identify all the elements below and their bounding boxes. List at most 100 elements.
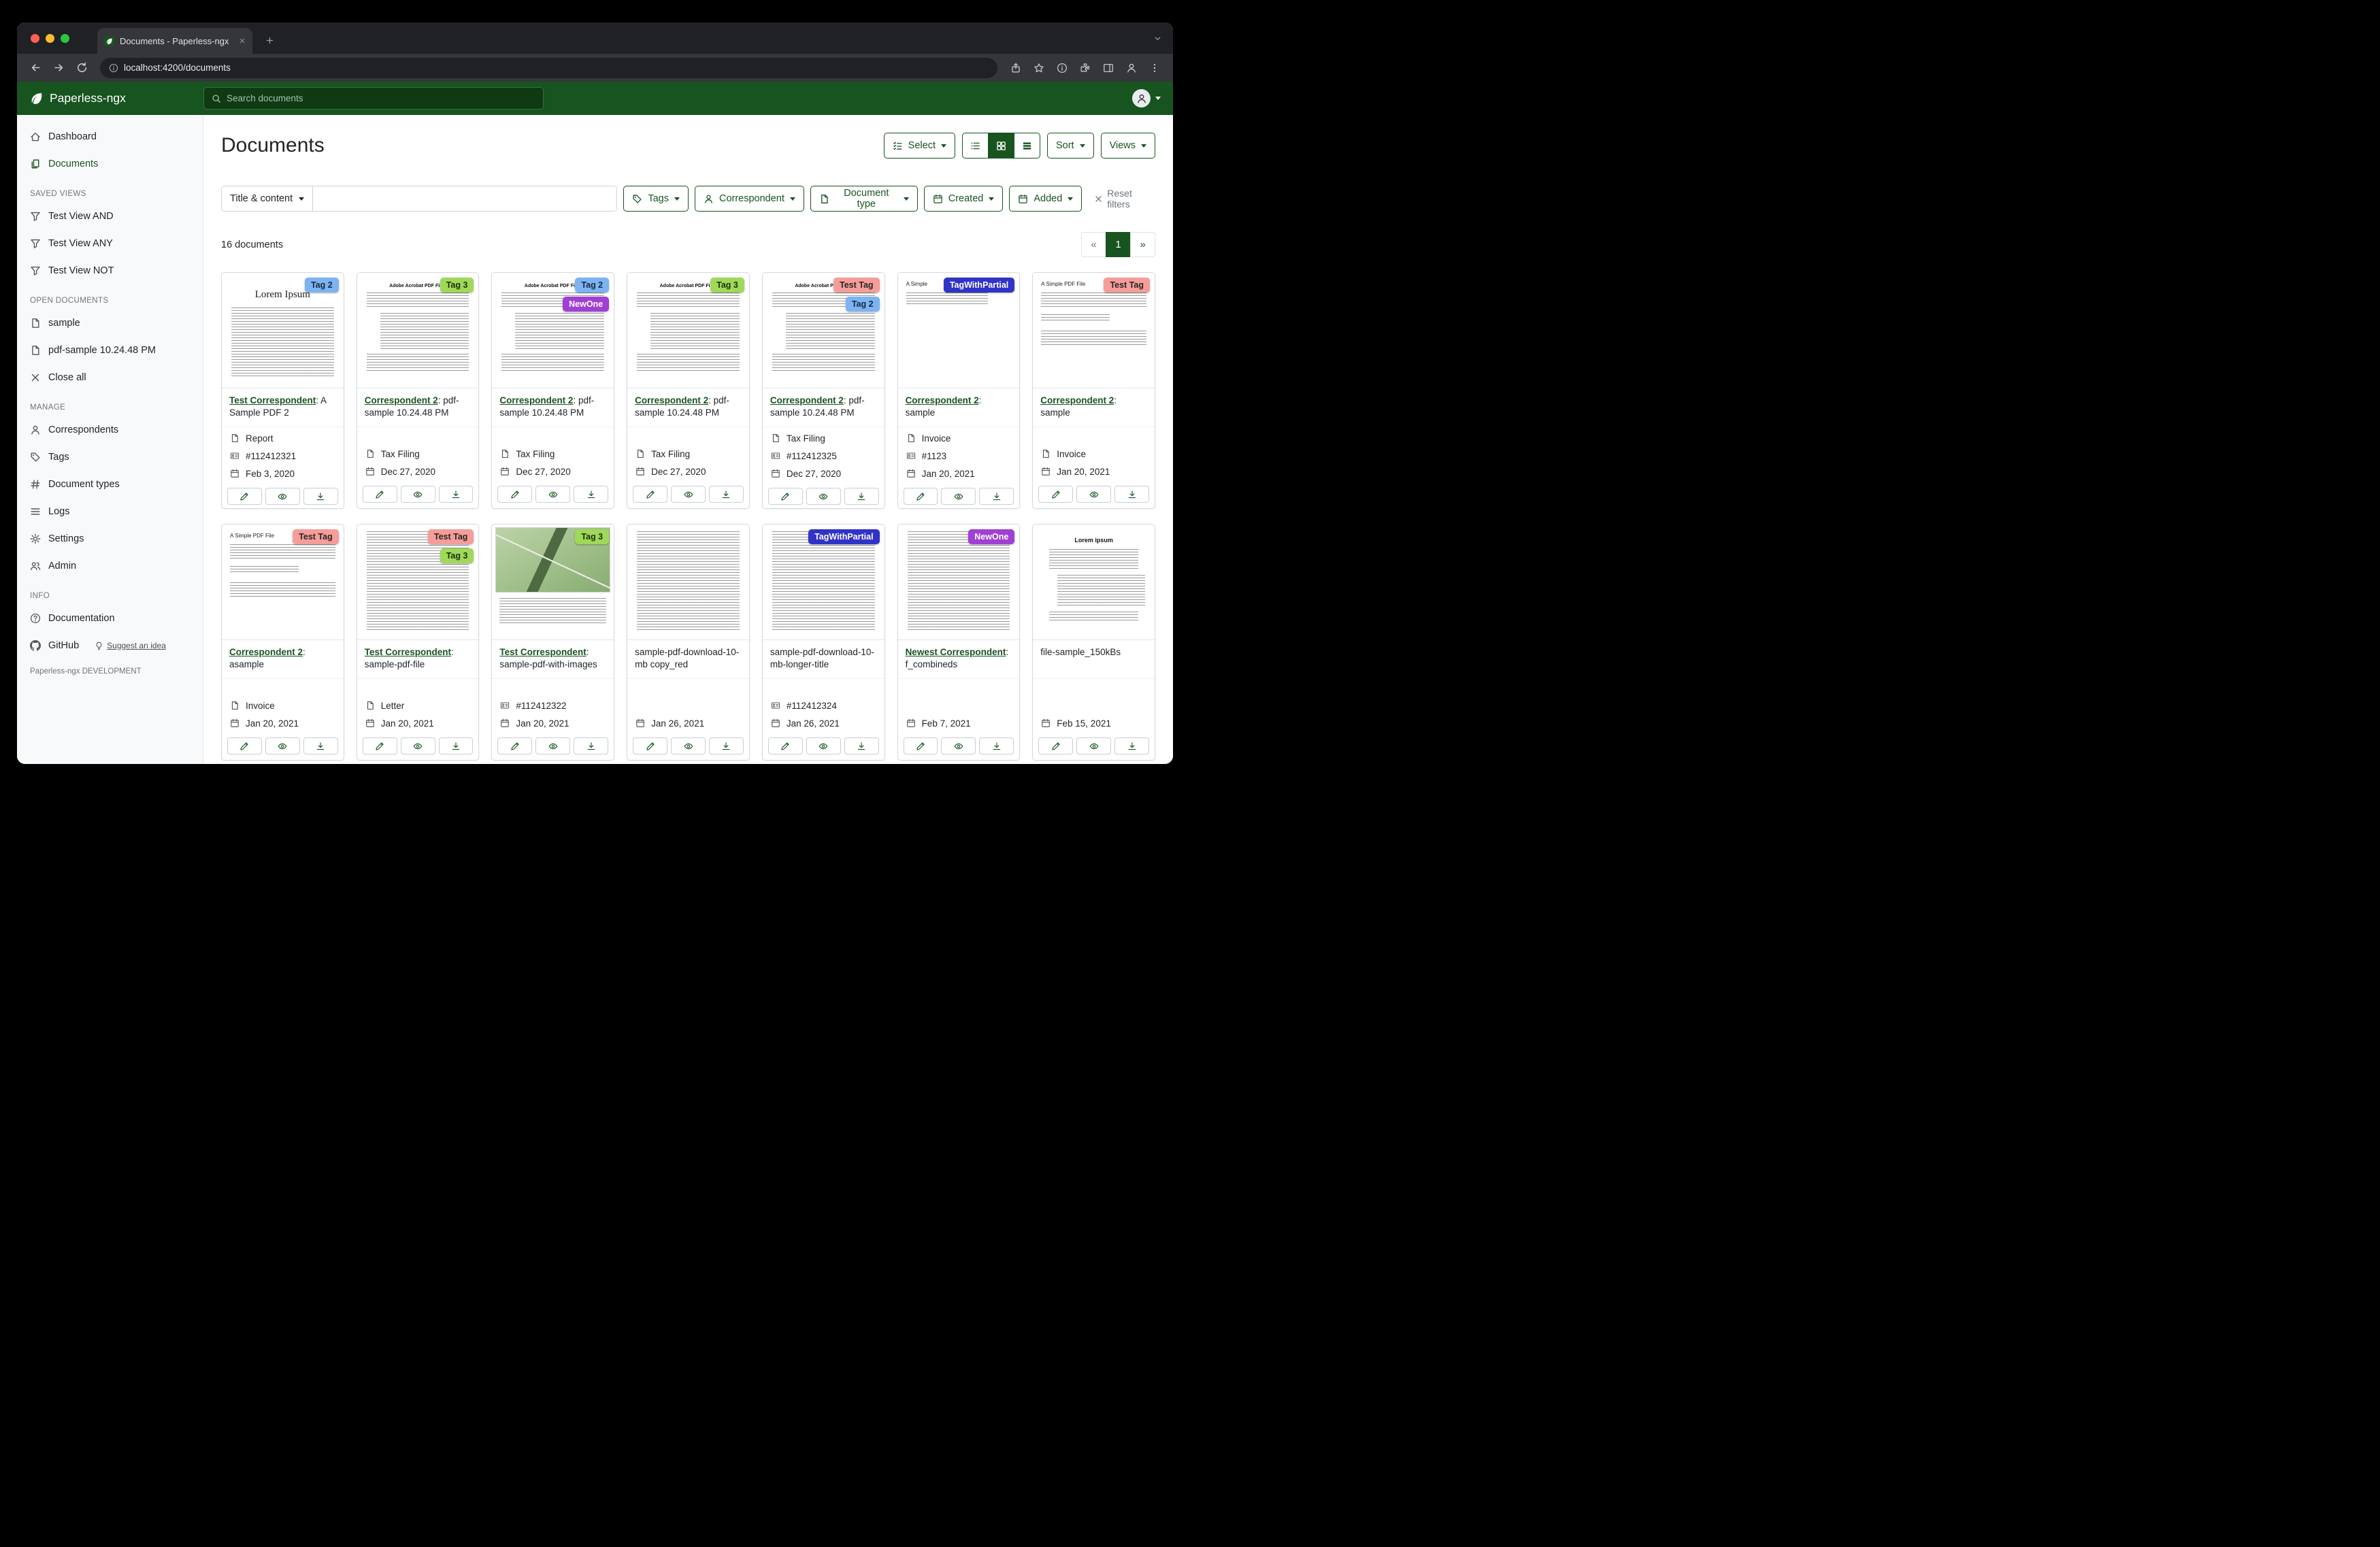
view-button[interactable]	[535, 486, 570, 503]
view-button[interactable]	[941, 488, 976, 505]
view-button[interactable]	[401, 486, 435, 503]
previous-page-button[interactable]: «	[1081, 232, 1106, 257]
tab-close-icon[interactable]	[239, 37, 246, 44]
edit-button[interactable]	[363, 486, 397, 503]
document-thumbnail[interactable]: TagWithPartial A Simple	[898, 273, 1020, 388]
bookmark-star-icon[interactable]	[1029, 58, 1049, 78]
tag-badge[interactable]: Test Tag	[833, 278, 880, 293]
tag-badge[interactable]: NewOne	[968, 529, 1014, 544]
sidebar-item-documents[interactable]: Documents	[17, 150, 203, 178]
view-button[interactable]	[671, 737, 706, 754]
sidebar-item-settings[interactable]: Settings	[17, 525, 203, 552]
document-thumbnail[interactable]: Test Tag Tag 2 Adobe Acrobat PDF Files	[763, 273, 885, 388]
document-thumbnail[interactable]: Test Tag A Simple PDF File	[1033, 273, 1155, 388]
edit-button[interactable]	[1038, 737, 1073, 754]
document-correspondent-link[interactable]: Newest Correspondent	[906, 647, 1006, 657]
edit-button[interactable]	[904, 488, 938, 505]
document-correspondent-link[interactable]: Correspondent 2	[499, 395, 573, 405]
sidebar-item-test-view-and[interactable]: Test View AND	[17, 203, 203, 230]
tag-badge[interactable]: Tag 2	[305, 278, 339, 293]
sidebar-item-dashboard[interactable]: Dashboard	[17, 123, 203, 150]
view-button[interactable]	[1076, 737, 1111, 754]
sidebar-item-documentation[interactable]: Documentation	[17, 605, 203, 632]
grid-view-button[interactable]	[988, 133, 1014, 159]
tag-badge[interactable]: Test Tag	[1104, 278, 1150, 293]
site-info-icon[interactable]	[109, 63, 118, 73]
sidebar-open-document-sample[interactable]: sample	[17, 310, 203, 337]
view-button[interactable]	[941, 737, 976, 754]
view-button[interactable]	[806, 488, 841, 505]
sidebar-item-tags[interactable]: Tags	[17, 444, 203, 471]
view-button[interactable]	[671, 486, 706, 503]
edit-button[interactable]	[363, 737, 397, 754]
share-icon[interactable]	[1006, 58, 1026, 78]
download-button[interactable]	[303, 737, 338, 754]
added-filter-button[interactable]: Added	[1009, 186, 1082, 212]
list-view-button[interactable]	[962, 133, 989, 159]
tag-badge[interactable]: Tag 3	[440, 548, 474, 563]
document-thumbnail[interactable]	[627, 525, 749, 640]
sidebar-item-document-types[interactable]: Document types	[17, 471, 203, 498]
sidebar-close-all[interactable]: Close all	[17, 364, 203, 391]
document-correspondent-link[interactable]: Correspondent 2	[635, 395, 708, 405]
forward-icon[interactable]	[48, 58, 69, 78]
edit-button[interactable]	[768, 737, 803, 754]
edit-button[interactable]	[497, 486, 532, 503]
sidebar-item-test-view-any[interactable]: Test View ANY	[17, 230, 203, 257]
sidebar-item-correspondents[interactable]: Correspondents	[17, 416, 203, 444]
user-menu[interactable]	[1132, 89, 1161, 107]
download-button[interactable]	[439, 486, 474, 503]
edit-button[interactable]	[1038, 486, 1073, 503]
view-button[interactable]	[806, 737, 841, 754]
document-correspondent-link[interactable]: Test Correspondent	[229, 395, 316, 405]
view-button[interactable]	[265, 737, 300, 754]
tag-badge[interactable]: Tag 3	[440, 278, 474, 293]
detail-view-button[interactable]	[1014, 133, 1040, 159]
edit-button[interactable]	[633, 737, 667, 754]
download-button[interactable]	[979, 737, 1014, 754]
back-icon[interactable]	[25, 58, 46, 78]
created-filter-button[interactable]: Created	[924, 186, 1004, 212]
view-button[interactable]	[401, 737, 435, 754]
document-thumbnail[interactable]: Lorem ipsum	[1033, 525, 1155, 640]
title-content-input[interactable]	[313, 186, 617, 212]
document-thumbnail[interactable]: Tag 3 Adobe Acrobat PDF Files	[627, 273, 749, 388]
views-button[interactable]: Views	[1101, 133, 1155, 159]
zoom-window-button[interactable]	[61, 34, 69, 43]
document-type-filter-button[interactable]: Document type	[810, 186, 918, 212]
edit-button[interactable]	[904, 737, 938, 754]
tag-badge[interactable]: TagWithPartial	[808, 529, 879, 544]
document-thumbnail[interactable]: TagWithPartial	[763, 525, 885, 640]
document-correspondent-link[interactable]: Correspondent 2	[906, 395, 979, 405]
view-button[interactable]	[1076, 486, 1111, 503]
tag-badge[interactable]: NewOne	[563, 297, 609, 312]
download-button[interactable]	[1114, 737, 1149, 754]
suggest-an-idea-link[interactable]: Suggest an idea	[95, 641, 166, 650]
side-panel-icon[interactable]	[1098, 58, 1119, 78]
download-button[interactable]	[303, 488, 338, 505]
close-window-button[interactable]	[31, 34, 39, 43]
tag-badge[interactable]: Test Tag	[428, 529, 474, 544]
document-correspondent-link[interactable]: Correspondent 2	[770, 395, 844, 405]
view-button[interactable]	[265, 488, 300, 505]
app-brand[interactable]: Paperless-ngx	[29, 91, 203, 105]
edit-button[interactable]	[768, 488, 803, 505]
download-button[interactable]	[709, 486, 744, 503]
download-button[interactable]	[574, 486, 608, 503]
download-button[interactable]	[979, 488, 1014, 505]
tab-search-chevron-icon[interactable]	[1153, 22, 1162, 54]
document-thumbnail[interactable]: Test Tag Tag 3	[357, 525, 479, 640]
edit-button[interactable]	[497, 737, 532, 754]
sidebar-item-test-view-not[interactable]: Test View NOT	[17, 257, 203, 284]
sidebar-item-github[interactable]: GitHub Suggest an idea	[17, 632, 203, 659]
download-button[interactable]	[1114, 486, 1149, 503]
tag-badge[interactable]: Tag 2	[846, 297, 880, 312]
edit-button[interactable]	[633, 486, 667, 503]
browser-menu-icon[interactable]	[1144, 58, 1165, 78]
correspondent-filter-button[interactable]: Correspondent	[695, 186, 804, 212]
edit-button[interactable]	[227, 488, 262, 505]
search-input[interactable]	[227, 93, 535, 103]
download-button[interactable]	[844, 737, 879, 754]
document-correspondent-link[interactable]: Test Correspondent	[365, 647, 451, 657]
document-thumbnail[interactable]: Tag 3	[492, 525, 614, 640]
